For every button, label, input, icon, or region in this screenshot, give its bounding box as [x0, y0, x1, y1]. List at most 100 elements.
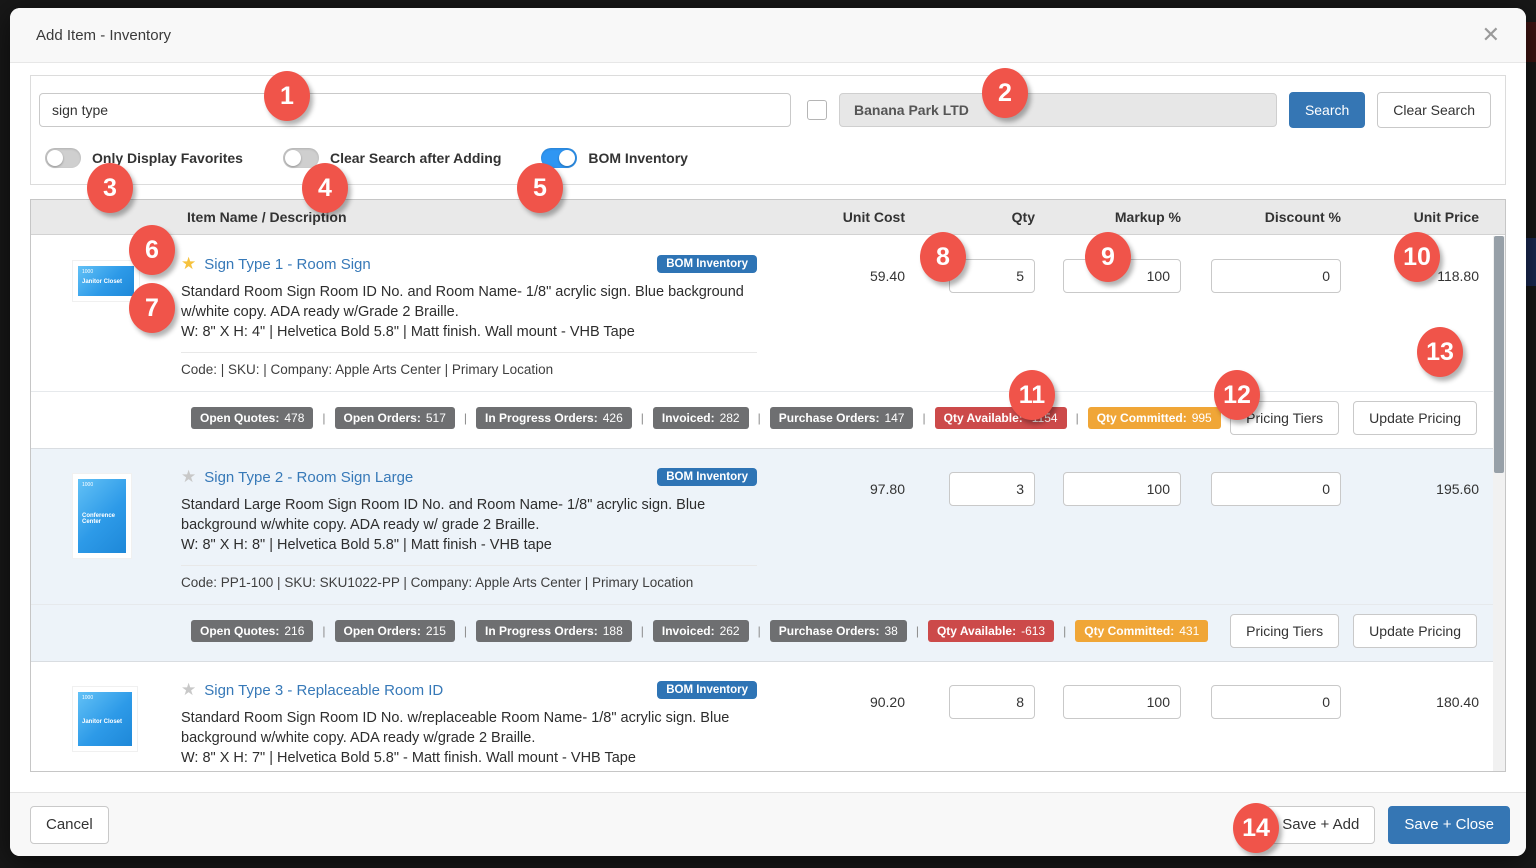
annotation-badge-13: 13: [1417, 327, 1463, 377]
qty-input[interactable]: [949, 685, 1035, 719]
item-meta: Code: | SKU: | Company: Apple Arts Cente…: [181, 362, 757, 377]
favorite-star-icon[interactable]: ★: [181, 680, 196, 700]
stat-badge: Open Orders:517: [335, 407, 455, 429]
annotation-badge-3: 3: [87, 163, 133, 213]
item-block: 1000 Janitor Closet ★ Sign Type 3 - Repl…: [31, 662, 1493, 772]
col-item-name: Item Name / Description: [31, 209, 757, 225]
only-display-favorites-toggle[interactable]: [45, 148, 81, 168]
search-input[interactable]: [39, 93, 791, 127]
stat-separator: |: [1076, 411, 1079, 425]
col-qty: Qty: [907, 209, 1047, 225]
annotation-badge-14: 14: [1233, 803, 1279, 853]
stat-separator: |: [1063, 624, 1066, 638]
unit-cost-value: 97.80: [757, 461, 907, 590]
stat-badge: Qty Committed:995: [1088, 407, 1221, 429]
table-header-row: Item Name / Description Unit Cost Qty Ma…: [31, 200, 1505, 235]
toggles-row: Only Display Favorites Clear Search afte…: [31, 142, 1505, 184]
discount-input[interactable]: [1211, 685, 1341, 719]
stat-separator: |: [758, 624, 761, 638]
company-checkbox[interactable]: [807, 100, 827, 120]
stat-badge: Open Orders:215: [335, 620, 455, 642]
scrollbar-thumb[interactable]: [1494, 236, 1504, 473]
update-pricing-button[interactable]: Update Pricing: [1353, 614, 1477, 648]
sign-preview-image: 1000 Conference Center: [78, 479, 126, 553]
stat-badge: In Progress Orders:188: [476, 620, 632, 642]
stat-separator: |: [922, 411, 925, 425]
stat-separator: |: [641, 624, 644, 638]
annotation-badge-11: 11: [1009, 370, 1055, 420]
inventory-table: Item Name / Description Unit Cost Qty Ma…: [30, 199, 1506, 772]
item-row: 1000 Janitor Closet ★ Sign Type 3 - Repl…: [31, 662, 1493, 772]
annotation-badge-4: 4: [302, 163, 348, 213]
item-description: Standard Room Sign Room ID No. w/replace…: [181, 708, 757, 768]
stat-badge: Qty Available:-613: [928, 620, 1054, 642]
clear-search-button[interactable]: Clear Search: [1377, 92, 1491, 128]
annotation-badge-10: 10: [1394, 232, 1440, 282]
table-scrollbar[interactable]: [1493, 236, 1505, 771]
modal-title: Add Item - Inventory: [36, 27, 171, 44]
stat-badge: Invoiced:282: [653, 407, 749, 429]
pricing-tiers-button[interactable]: Pricing Tiers: [1230, 614, 1339, 648]
item-meta: Code: PP1-100 | SKU: SKU1022-PP | Compan…: [181, 575, 757, 590]
discount-input[interactable]: [1211, 472, 1341, 506]
item-stats-row: Open Quotes:478 | Open Orders:517 | In Progr…: [31, 392, 1493, 449]
stat-separator: |: [916, 624, 919, 638]
qty-input[interactable]: [949, 472, 1035, 506]
stat-badge: Open Quotes:478: [191, 407, 313, 429]
unit-price-value: 180.40: [1343, 674, 1493, 772]
item-block: 1000 Janitor Closet ★ Sign Type 1 - Room…: [31, 236, 1493, 449]
bom-inventory-badge: BOM Inventory: [657, 468, 757, 486]
bom-inventory-label: BOM Inventory: [588, 150, 688, 166]
save-add-button[interactable]: Save + Add: [1266, 806, 1375, 844]
unit-cost-value: 59.40: [757, 248, 907, 377]
stat-separator: |: [464, 411, 467, 425]
stat-badge: In Progress Orders:426: [476, 407, 632, 429]
item-name-link[interactable]: Sign Type 2 - Room Sign Large: [204, 469, 413, 486]
annotation-badge-7: 7: [129, 283, 175, 333]
modal-footer: Cancel Save + Add Save + Close: [10, 792, 1526, 856]
stat-separator: |: [322, 411, 325, 425]
favorite-star-icon[interactable]: ★: [181, 254, 196, 274]
stat-separator: |: [641, 411, 644, 425]
stat-badge: Invoiced:262: [653, 620, 749, 642]
col-unit-price: Unit Price: [1343, 209, 1493, 225]
company-input[interactable]: [839, 93, 1277, 127]
stat-badge: Qty Committed:431: [1075, 620, 1208, 642]
save-close-button[interactable]: Save + Close: [1388, 806, 1510, 844]
stat-badge: Open Quotes:216: [191, 620, 313, 642]
search-panel: Search Clear Search Only Display Favorit…: [30, 75, 1506, 185]
update-pricing-button[interactable]: Update Pricing: [1353, 401, 1477, 435]
item-row: 1000 Janitor Closet ★ Sign Type 1 - Room…: [31, 236, 1493, 392]
stat-separator: |: [758, 411, 761, 425]
discount-input[interactable]: [1211, 259, 1341, 293]
col-markup: Markup %: [1047, 209, 1183, 225]
annotation-badge-12: 12: [1214, 370, 1260, 420]
favorite-star-icon[interactable]: ★: [181, 467, 196, 487]
item-name-link[interactable]: Sign Type 3 - Replaceable Room ID: [204, 682, 443, 699]
unit-price-value: 195.60: [1343, 461, 1493, 590]
cancel-button[interactable]: Cancel: [30, 806, 109, 844]
sign-preview-image: 1000 Janitor Closet: [78, 266, 134, 296]
annotation-badge-9: 9: [1085, 232, 1131, 282]
col-unit-cost: Unit Cost: [757, 209, 907, 225]
col-discount: Discount %: [1183, 209, 1343, 225]
item-thumbnail: 1000 Conference Center: [31, 461, 181, 590]
modal-header: Add Item - Inventory ✕: [10, 8, 1526, 63]
stat-separator: |: [464, 624, 467, 638]
annotation-badge-2: 2: [982, 68, 1028, 118]
item-description: Standard Room Sign Room ID No. and Room …: [181, 282, 757, 342]
markup-input[interactable]: [1063, 685, 1181, 719]
item-row: 1000 Conference Center ★ Sign Type 2 - R…: [31, 449, 1493, 605]
item-description: Standard Large Room Sign Room ID No. and…: [181, 495, 757, 555]
search-button[interactable]: Search: [1289, 92, 1365, 128]
unit-cost-value: 90.20: [757, 674, 907, 772]
bom-inventory-badge: BOM Inventory: [657, 681, 757, 699]
markup-input[interactable]: [1063, 472, 1181, 506]
clear-search-after-adding-label: Clear Search after Adding: [330, 150, 501, 166]
item-name-link[interactable]: Sign Type 1 - Room Sign: [204, 256, 370, 273]
stat-separator: |: [322, 624, 325, 638]
stat-badge: Purchase Orders:38: [770, 620, 907, 642]
item-thumbnail: 1000 Janitor Closet: [31, 674, 181, 772]
annotation-badge-6: 6: [129, 225, 175, 275]
close-icon[interactable]: ✕: [1482, 24, 1500, 46]
